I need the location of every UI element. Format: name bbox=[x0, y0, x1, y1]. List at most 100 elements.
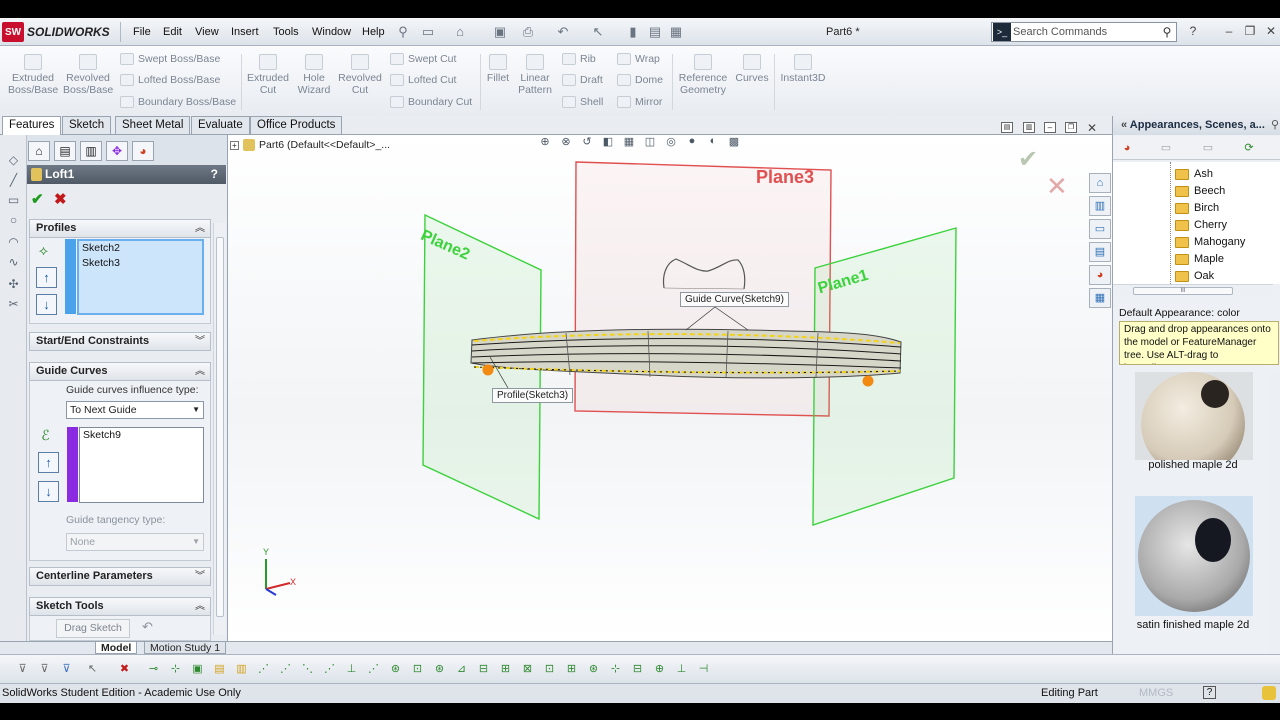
mirror-button[interactable]: Mirror bbox=[617, 96, 662, 108]
filter-vertices-icon[interactable]: ⊽ bbox=[36, 661, 53, 678]
apply-scene-icon[interactable]: ◐ bbox=[704, 135, 722, 151]
menu-window[interactable]: Window bbox=[312, 26, 351, 38]
relation-icon[interactable]: ⊛ bbox=[431, 661, 448, 678]
relation-icon[interactable]: ⊹ bbox=[167, 661, 184, 678]
dimxpert-icon[interactable]: ✥ bbox=[106, 141, 128, 161]
list-item[interactable]: Maple bbox=[1175, 253, 1224, 265]
move-down-icon[interactable]: ↓ bbox=[38, 481, 59, 502]
open-document-icon[interactable]: ⌂ bbox=[452, 24, 468, 40]
appearances-tree-icon[interactable]: ◕ bbox=[1119, 140, 1135, 156]
spline-icon[interactable]: ∿ bbox=[6, 255, 21, 270]
centerline-parameters-header[interactable]: Centerline Parameters ︾ bbox=[29, 567, 211, 586]
file-explorer-icon[interactable]: ▭ bbox=[1089, 219, 1111, 239]
configuration-manager-icon[interactable]: ▥ bbox=[80, 141, 102, 161]
graphics-area[interactable]: + Part6 (Default<<Default>_... Plane3 Pl… bbox=[228, 135, 1112, 641]
linear-pattern-button[interactable]: Linear Pattern bbox=[515, 54, 555, 96]
relation-icon[interactable]: ⊿ bbox=[453, 661, 470, 678]
collapse-pane-icon[interactable]: « bbox=[1121, 119, 1127, 131]
revolved-cut-button[interactable]: Revolved Cut bbox=[337, 54, 383, 96]
sketch-tools-header[interactable]: Sketch Tools ︽ bbox=[29, 597, 211, 616]
confirm-cancel-icon[interactable]: ✕ bbox=[1046, 171, 1068, 202]
fillet-button[interactable]: Fillet bbox=[484, 54, 512, 84]
document-restore-icon[interactable]: ❐ bbox=[1065, 122, 1077, 133]
feature-manager-icon[interactable]: ⌂ bbox=[28, 141, 50, 161]
refresh-icon[interactable]: ⟳ bbox=[1241, 140, 1257, 156]
select-cursor-icon[interactable]: ↖ bbox=[84, 661, 101, 678]
search-input[interactable]: Search Commands bbox=[1013, 26, 1158, 38]
guide-curves-header[interactable]: Guide Curves ︽ bbox=[29, 362, 211, 381]
collapse-icon[interactable]: ︽ bbox=[195, 220, 205, 237]
options-icon[interactable]: ▦ bbox=[668, 24, 684, 40]
extruded-cut-button[interactable]: Extruded Cut bbox=[245, 54, 291, 96]
profile-callout[interactable]: Profile(Sketch3) bbox=[492, 388, 574, 403]
lofted-boss-button[interactable]: Lofted Boss/Base bbox=[120, 74, 220, 86]
relation-icon[interactable]: ⊛ bbox=[387, 661, 404, 678]
menu-view[interactable]: View bbox=[195, 26, 219, 38]
appearances-icon[interactable]: ◕ bbox=[1089, 265, 1111, 285]
document-close-icon[interactable]: ✕ bbox=[1087, 121, 1097, 135]
menu-insert[interactable]: Insert bbox=[231, 26, 259, 38]
list-item[interactable]: Birch bbox=[1175, 202, 1219, 214]
revolved-boss-button[interactable]: Revolved Boss/Base bbox=[63, 54, 113, 96]
relation-icon[interactable]: ⊡ bbox=[409, 661, 426, 678]
view-palette-icon[interactable]: ▤ bbox=[1089, 242, 1111, 262]
guide-curves-list[interactable]: Sketch9 bbox=[79, 427, 204, 503]
relation-icon[interactable]: ▥ bbox=[233, 661, 250, 678]
guide-curve-callout[interactable]: Guide Curve(Sketch9) bbox=[680, 292, 789, 307]
guide-influence-select[interactable]: To Next Guide ▼ bbox=[66, 401, 204, 419]
rebuild-status-icon[interactable] bbox=[1262, 686, 1276, 700]
relation-icon[interactable]: ⊕ bbox=[651, 661, 668, 678]
cancel-icon[interactable]: ✖ bbox=[54, 190, 67, 208]
edit-appearance-icon[interactable]: ● bbox=[683, 135, 701, 151]
print-icon[interactable]: ⎙ bbox=[520, 24, 536, 40]
curves-button[interactable]: Curves bbox=[734, 54, 770, 84]
list-item[interactable]: Beech bbox=[1175, 185, 1225, 197]
appearance-thumbnail[interactable] bbox=[1135, 372, 1253, 492]
boundary-cut-button[interactable]: Boundary Cut bbox=[390, 96, 472, 108]
hide-show-icon[interactable]: ◎ bbox=[662, 135, 680, 151]
property-manager-icon[interactable]: ▤ bbox=[54, 141, 76, 161]
list-item[interactable]: Sketch2 bbox=[79, 241, 202, 256]
close-icon[interactable]: ✕ bbox=[1263, 23, 1279, 39]
relation-icon[interactable]: ⋱ bbox=[299, 661, 316, 678]
save-icon[interactable]: ▣ bbox=[492, 24, 508, 40]
scrollbar-thumb[interactable]: III bbox=[1133, 287, 1233, 295]
display-style-icon[interactable]: ◫ bbox=[641, 135, 659, 151]
relation-icon[interactable]: ⊡ bbox=[541, 661, 558, 678]
relation-icon[interactable]: ⊞ bbox=[497, 661, 514, 678]
relation-icon[interactable]: ⊥ bbox=[343, 661, 360, 678]
view-tile-icon[interactable]: ▤ bbox=[1001, 122, 1013, 133]
view-split-icon[interactable]: ▥ bbox=[1023, 122, 1035, 133]
status-units[interactable]: MMGS bbox=[1139, 687, 1173, 699]
filter-icon[interactable]: ⊽ bbox=[14, 661, 31, 678]
scrollbar-thumb[interactable] bbox=[216, 237, 224, 617]
relation-icon[interactable]: ⊟ bbox=[629, 661, 646, 678]
list-item[interactable]: Sketch3 bbox=[79, 256, 202, 271]
menu-tools[interactable]: Tools bbox=[273, 26, 299, 38]
shell-button[interactable]: Shell bbox=[562, 96, 603, 108]
collapse-icon[interactable]: ︽ bbox=[195, 363, 205, 380]
file-properties-icon[interactable]: ▤ bbox=[647, 24, 663, 40]
menu-file[interactable]: File bbox=[133, 26, 151, 38]
point-icon[interactable]: ✣ bbox=[6, 277, 21, 292]
tab-sheet-metal[interactable]: Sheet Metal bbox=[115, 116, 191, 134]
appearance-thumbnail[interactable] bbox=[1135, 496, 1253, 616]
relation-icon[interactable]: ⊞ bbox=[563, 661, 580, 678]
menu-help[interactable]: Help bbox=[362, 26, 385, 38]
tab-features[interactable]: Features bbox=[2, 116, 62, 135]
guide-tangency-select[interactable]: None ▼ bbox=[66, 533, 204, 551]
help-icon[interactable]: ? bbox=[211, 165, 218, 184]
handle-right[interactable] bbox=[862, 375, 874, 387]
design-library-icon[interactable]: ▥ bbox=[1089, 196, 1111, 216]
pin-icon[interactable]: ⚲ bbox=[395, 24, 411, 40]
menu-edit[interactable]: Edit bbox=[163, 26, 182, 38]
smart-dimension-icon[interactable]: ◇ bbox=[6, 153, 21, 168]
solidworks-logo[interactable]: SW SOLIDWORKS bbox=[2, 21, 114, 43]
instant3d-button[interactable]: Instant3D bbox=[778, 54, 828, 84]
solidworks-resources-icon[interactable]: ⌂ bbox=[1089, 173, 1111, 193]
search-icon[interactable]: ⚲ bbox=[1158, 25, 1176, 39]
line-icon[interactable]: ╱ bbox=[6, 173, 21, 188]
relation-icon[interactable]: ⊸ bbox=[145, 661, 162, 678]
section-view-icon[interactable]: ◧ bbox=[599, 135, 617, 151]
tab-model[interactable]: Model bbox=[95, 641, 138, 654]
